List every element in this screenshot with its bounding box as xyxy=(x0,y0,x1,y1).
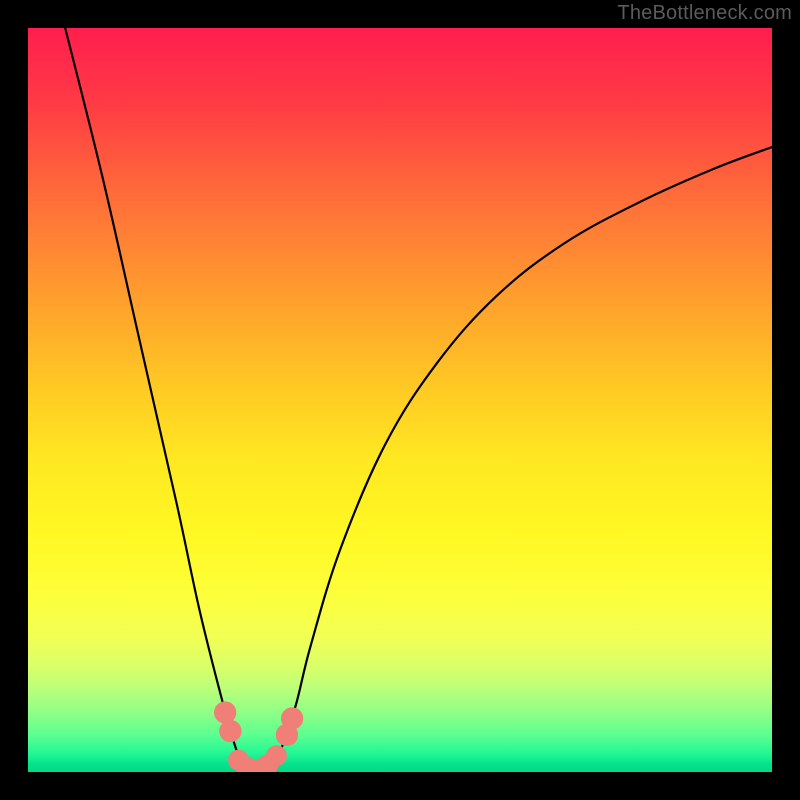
bottleneck-curve xyxy=(65,28,772,771)
outer-frame: TheBottleneck.com xyxy=(0,0,800,800)
plot-area xyxy=(28,28,772,772)
curve-layer xyxy=(28,28,772,772)
data-point-marker xyxy=(281,707,303,729)
data-point-marker xyxy=(266,745,287,766)
data-point-marker xyxy=(219,720,241,742)
watermark-text: TheBottleneck.com xyxy=(617,2,792,25)
